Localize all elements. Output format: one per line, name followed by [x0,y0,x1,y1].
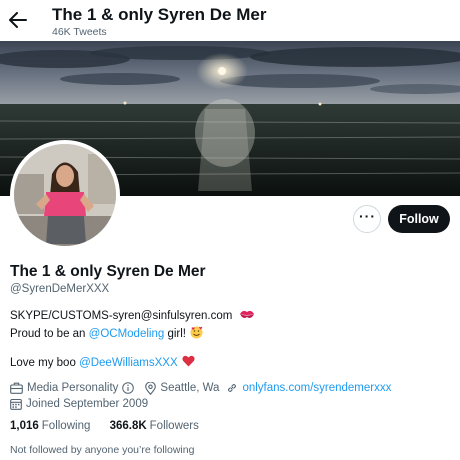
mention-ocmodeling[interactable]: @OCModeling [89,328,165,340]
header-title: The 1 & only Syren De Mer [52,5,267,24]
website-link[interactable]: onlyfans.com/syrendemerxxx [242,382,391,394]
profile-handle: @SyrenDeMerXXX [10,283,110,295]
meta-joined: Joined September 2009 [10,398,148,410]
bio-line-3: Love my boo @DeeWilliamsXXX [10,355,195,369]
profile-avatar[interactable] [10,140,120,250]
meta-location: Seattle, Wa [145,381,220,395]
link-icon [228,383,237,393]
tweet-count: 46K Tweets [52,26,107,38]
bio-line-2: Proud to be an @OCModeling girl! [10,326,203,340]
mention-deewilliamsxxx[interactable]: @DeeWilliamsXXX [79,357,178,369]
follow-button[interactable]: Follow [388,205,450,233]
following-label: Following [41,420,91,432]
bio-contact-text: SKYPE/CUSTOMS-syren@sinfulsyren.com [10,310,233,322]
follow-counts: 1,016 Following 366.8K Followers [10,420,215,432]
profile-display-name: The 1 & only Syren De Mer [10,263,206,280]
meta-website: onlyfans.com/syrendemerxxx [226,382,391,394]
bio-text-proud: Proud to be an [10,328,86,340]
bio-text-girl: girl! [167,328,186,340]
location-pin-icon [145,381,157,395]
top-bar: The 1 & only Syren De Mer 46K Tweets [0,0,460,40]
meta-row-2: Joined September 2009 [10,396,450,412]
calendar-icon [10,398,22,410]
followers-link[interactable]: 366.8K Followers [110,420,199,432]
meta-category: Media Personality [10,382,138,394]
profile-meta: Media Personality Seattle, Wa onlyfans.c… [10,380,450,412]
info-icon[interactable] [122,382,135,394]
followers-label: Followers [149,420,199,432]
following-count: 1,016 [10,420,39,432]
more-options-button[interactable]: ··· [353,205,381,233]
briefcase-icon [10,382,23,394]
followed-by-text: Not followed by anyone you’re following [10,444,195,456]
followers-count: 366.8K [109,420,147,432]
bio-line-1: SKYPE/CUSTOMS-syren@sinfulsyren.com [10,309,255,322]
bio-text-love: Love my boo [10,357,76,369]
back-arrow-icon[interactable] [9,12,27,28]
following-link[interactable]: 1,016 Following [10,420,90,432]
kiss-mark-icon [239,310,254,318]
red-heart-icon [182,355,195,367]
meta-row-1: Media Personality Seattle, Wa onlyfans.c… [10,380,450,396]
location-text: Seattle, Wa [160,382,220,394]
joined-text: Joined September 2009 [26,398,149,410]
category-text: Media Personality [27,382,119,394]
smiling-face-with-hearts-icon [190,326,203,339]
